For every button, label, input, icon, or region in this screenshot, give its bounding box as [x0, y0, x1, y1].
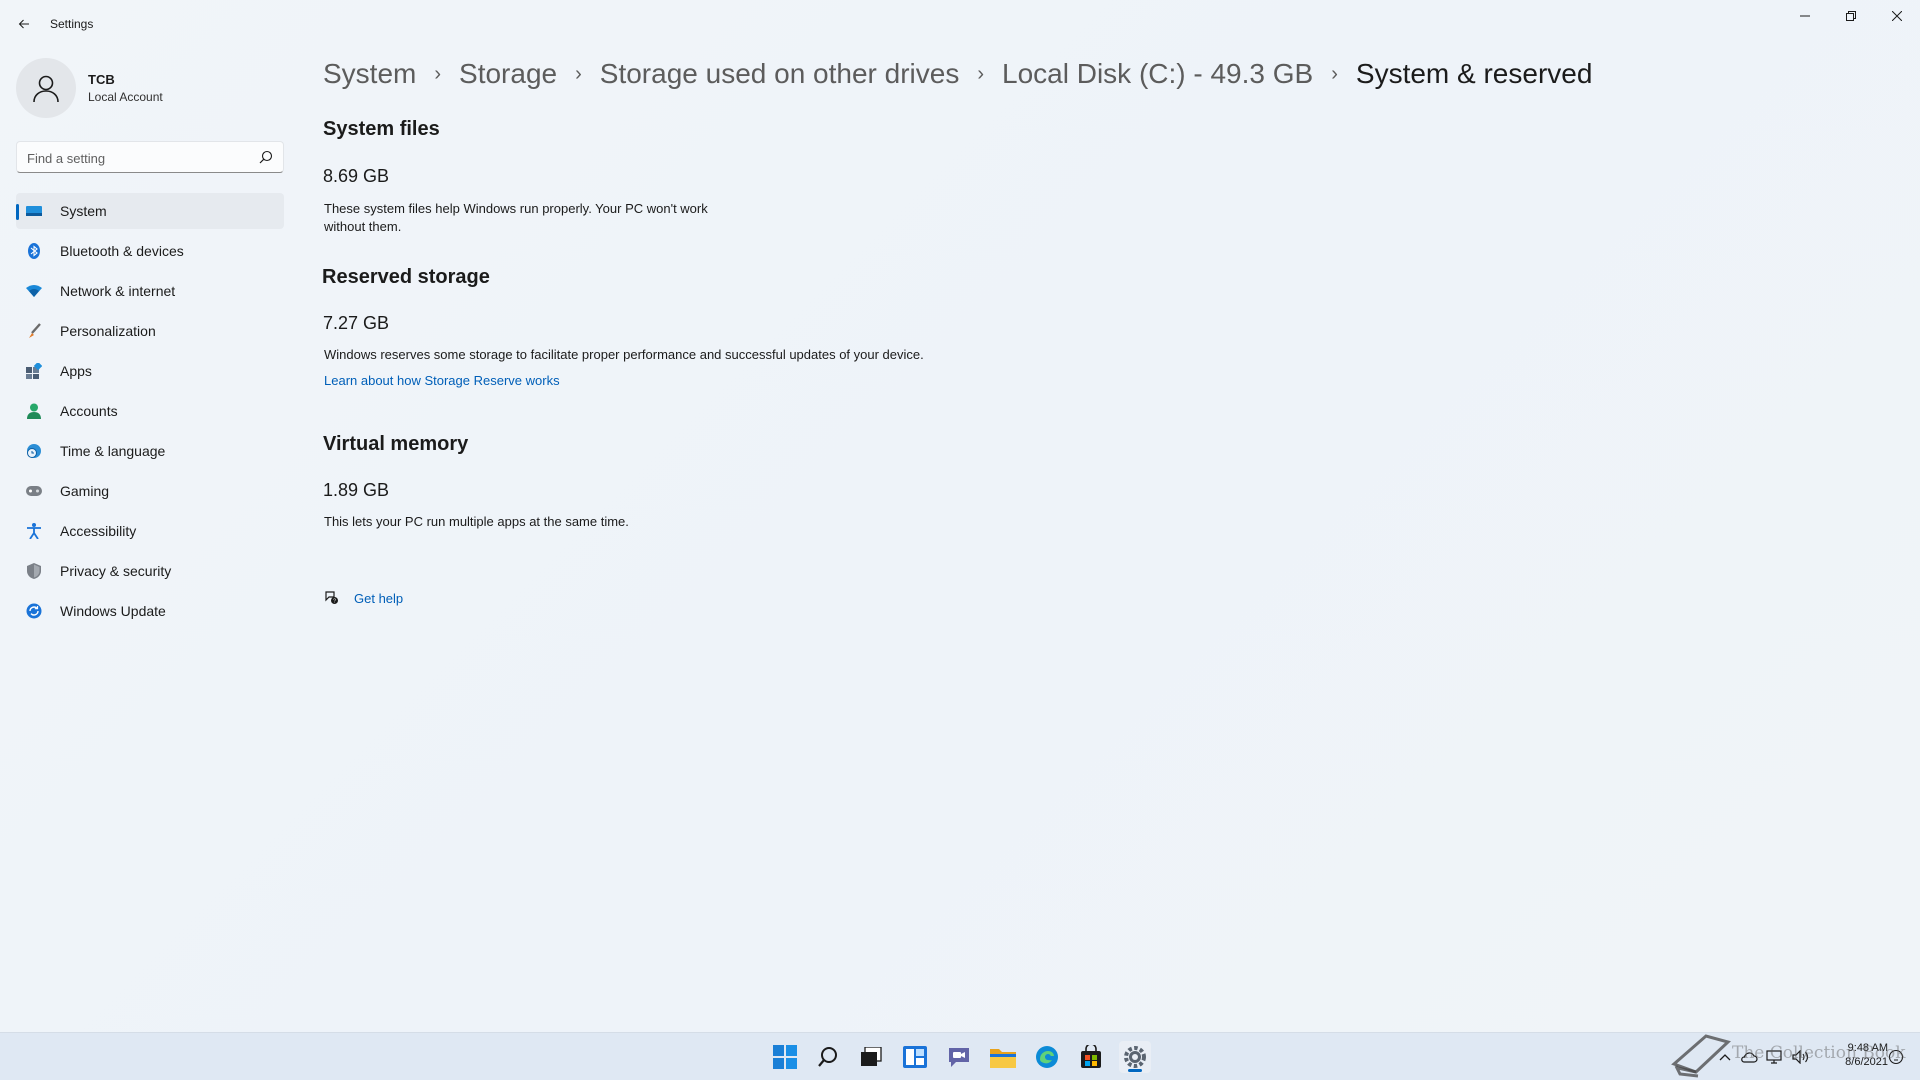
search-icon	[818, 1047, 837, 1067]
minimize-icon	[1800, 15, 1810, 17]
page-title: System & reserved	[1355, 58, 1593, 89]
sidebar-item-label: Network & internet	[60, 283, 176, 299]
get-help-row: ? Get help	[324, 586, 403, 610]
sidebar-item-label: Accounts	[60, 403, 118, 419]
app-title: Settings	[50, 17, 94, 31]
restore-button[interactable]	[1828, 0, 1874, 32]
sidebar-item-label: Apps	[60, 363, 92, 379]
virtual-memory-description: This lets your PC run multiple apps at t…	[324, 514, 629, 529]
reserved-storage-title: Reserved storage	[322, 266, 490, 288]
chevron-right-icon: ›	[575, 62, 582, 85]
chat-button[interactable]	[943, 1041, 975, 1073]
search-input[interactable]	[27, 148, 247, 168]
virtual-memory-size: 1.89 GB	[323, 480, 390, 500]
system-files-description-line2: without them.	[324, 219, 402, 234]
apps-icon	[26, 363, 42, 379]
wifi-icon	[26, 283, 42, 299]
system-files-size: 8.69 GB	[323, 166, 390, 186]
start-icon	[773, 1045, 797, 1069]
edge-button[interactable]	[1031, 1041, 1063, 1073]
breadcrumb-item-storage[interactable]: Storage	[459, 58, 557, 90]
sidebar-item-label: Personalization	[60, 323, 156, 339]
restore-icon	[1846, 11, 1856, 21]
person-icon	[33, 75, 59, 103]
widgets-icon	[903, 1046, 927, 1068]
sidebar-item-system[interactable]: System	[16, 193, 284, 229]
get-help-link[interactable]: Get help	[354, 591, 403, 606]
start-button[interactable]	[769, 1041, 801, 1073]
reserved-storage-size: 7.27 GB	[323, 313, 390, 333]
search-box	[16, 141, 284, 173]
sidebar-item-label: Accessibility	[60, 523, 137, 539]
chevron-right-icon: ›	[434, 62, 442, 85]
widgets-button[interactable]	[899, 1041, 931, 1073]
breadcrumb: System › Storage › Storage used on other…	[323, 52, 1592, 96]
sidebar-item-label: System	[60, 203, 107, 219]
brush-icon	[26, 323, 42, 339]
close-button[interactable]	[1874, 0, 1920, 32]
sidebar-item-bluetooth-devices[interactable]: Bluetooth & devices	[16, 233, 284, 269]
chevron-right-icon: ›	[1331, 62, 1338, 85]
minimize-button[interactable]	[1782, 0, 1828, 32]
bluetooth-icon	[26, 243, 42, 259]
back-arrow-icon	[18, 19, 29, 29]
system-icon	[26, 203, 42, 219]
sidebar-item-label: Privacy & security	[60, 563, 172, 579]
breadcrumb-item-local-disk[interactable]: Local Disk (C:) - 49.3 GB	[1002, 58, 1313, 90]
reserved-storage-description: Windows reserves some storage to facilit…	[324, 347, 924, 362]
sidebar-item-label: Gaming	[60, 483, 110, 499]
task-view-button[interactable]	[855, 1041, 887, 1073]
shield-icon	[26, 563, 42, 579]
person-icon	[26, 403, 42, 419]
settings-window: Settings TCB Local Account System Blueto…	[0, 0, 1920, 1032]
avatar	[16, 58, 76, 118]
taskbar: 9:48 AM 8/6/2021	[0, 1032, 1920, 1080]
sidebar-item-accessibility[interactable]: Accessibility	[16, 513, 284, 549]
title-bar: Settings	[0, 0, 1920, 48]
system-files-description-line1: These system files help Windows run prop…	[324, 201, 708, 216]
store-icon	[1081, 1045, 1101, 1068]
globe-clock-icon	[26, 443, 42, 459]
edge-icon	[1036, 1046, 1058, 1068]
watermark-text: The Collection Book	[1732, 1043, 1906, 1063]
profile-account-type: Local Account	[88, 90, 163, 104]
sidebar-nav: System Bluetooth & devices Network & int…	[16, 193, 284, 633]
virtual-memory-title: Virtual memory	[323, 433, 469, 455]
back-button[interactable]	[10, 12, 38, 36]
task-view-icon	[861, 1047, 882, 1066]
file-explorer-button[interactable]	[987, 1041, 1019, 1073]
sidebar-item-label: Windows Update	[60, 603, 166, 619]
sidebar-item-time-language[interactable]: Time & language	[16, 433, 284, 469]
svg-text:?: ?	[333, 599, 336, 605]
breadcrumb-item-system[interactable]: System	[323, 58, 416, 90]
sidebar-item-apps[interactable]: Apps	[16, 353, 284, 389]
profile-name: TCB	[88, 72, 115, 87]
sidebar-item-gaming[interactable]: Gaming	[16, 473, 284, 509]
system-files-title: System files	[323, 118, 440, 140]
active-app-indicator	[1128, 1069, 1142, 1072]
file-explorer-icon	[990, 1049, 1016, 1068]
sidebar-item-accounts[interactable]: Accounts	[16, 393, 284, 429]
chat-icon	[949, 1048, 969, 1067]
taskbar-search-button[interactable]	[812, 1041, 844, 1073]
update-icon	[26, 603, 42, 619]
sidebar-item-windows-update[interactable]: Windows Update	[16, 593, 284, 629]
sidebar-item-personalization[interactable]: Personalization	[16, 313, 284, 349]
sidebar-item-network-internet[interactable]: Network & internet	[16, 273, 284, 309]
sidebar-item-label: Bluetooth & devices	[60, 243, 184, 259]
accessibility-icon	[26, 523, 42, 539]
breadcrumb-item-other-drives[interactable]: Storage used on other drives	[600, 58, 960, 90]
gamepad-icon	[26, 483, 42, 499]
help-chat-icon: ?	[325, 591, 338, 605]
close-icon	[1892, 11, 1902, 21]
user-profile[interactable]: TCB Local Account	[16, 56, 276, 120]
storage-reserve-learn-link[interactable]: Learn about how Storage Reserve works	[324, 373, 560, 388]
sidebar-item-privacy-security[interactable]: Privacy & security	[16, 553, 284, 589]
chevron-right-icon: ›	[977, 62, 985, 85]
store-button[interactable]	[1075, 1041, 1107, 1073]
settings-icon	[1124, 1046, 1146, 1068]
settings-taskbar-button[interactable]	[1119, 1041, 1151, 1073]
sidebar-item-label: Time & language	[60, 443, 166, 459]
search-icon[interactable]	[259, 150, 273, 164]
